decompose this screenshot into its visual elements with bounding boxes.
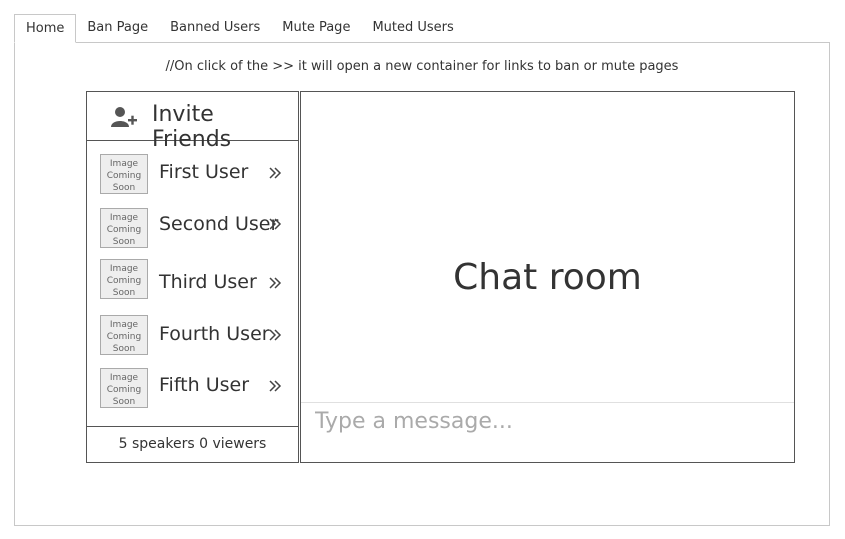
invite-friends-button[interactable]: Invite Friends [87, 92, 298, 152]
avatar-placeholder: Image Coming Soon [100, 315, 148, 355]
avatar-placeholder: Image Coming Soon [100, 259, 148, 299]
message-bar [301, 402, 794, 462]
audience-count: 5 speakers 0 viewers [87, 426, 298, 462]
tab-home[interactable]: Home [14, 14, 77, 43]
message-input[interactable] [315, 407, 775, 435]
chat-room-title: Chat room [453, 257, 642, 298]
add-user-icon [111, 107, 137, 127]
user-name: Fourth User [159, 323, 270, 345]
tab-panel: //On click of the >> it will open a new … [14, 42, 830, 526]
user-name: Fifth User [159, 374, 250, 396]
tab-ban-page[interactable]: Ban Page [76, 14, 159, 42]
user-list-item[interactable]: Image Coming Soon Second User [87, 208, 298, 252]
double-chevron-right-icon[interactable] [268, 276, 282, 290]
chat-room-panel: Chat room [300, 91, 795, 463]
tab-muted-users[interactable]: Muted Users [361, 14, 464, 42]
user-sidebar: Invite Friends Image Coming Soon First Use… [86, 91, 299, 463]
user-name: First User [159, 161, 249, 183]
user-list-item[interactable]: Image Coming Soon First User [87, 154, 298, 198]
tab-banned-users[interactable]: Banned Users [159, 14, 271, 42]
double-chevron-right-icon[interactable] [268, 217, 282, 231]
tab-mute-page[interactable]: Mute Page [271, 14, 361, 42]
user-name: Third User [159, 271, 257, 293]
avatar-placeholder: Image Coming Soon [100, 368, 148, 408]
user-list-item[interactable]: Image Coming Soon Fifth User [87, 368, 298, 412]
avatar-placeholder: Image Coming Soon [100, 154, 148, 194]
user-name: Second User [159, 213, 279, 235]
user-list-item[interactable]: Image Coming Soon Fourth User [87, 315, 298, 359]
invite-friends-label: Invite Friends [152, 102, 232, 152]
double-chevron-right-icon[interactable] [268, 166, 282, 180]
annotation-note: //On click of the >> it will open a new … [165, 59, 679, 74]
double-chevron-right-icon[interactable] [268, 328, 282, 342]
tab-bar: Home Ban Page Banned Users Mute Page Mut… [14, 14, 465, 43]
user-list-item[interactable]: Image Coming Soon Third User [87, 259, 298, 303]
double-chevron-right-icon[interactable] [268, 379, 282, 393]
avatar-placeholder: Image Coming Soon [100, 208, 148, 248]
